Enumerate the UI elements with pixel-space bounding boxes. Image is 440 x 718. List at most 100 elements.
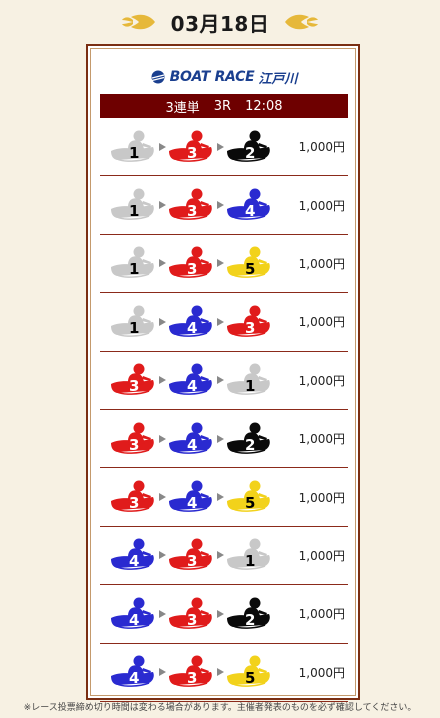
- boat-4-icon: 4: [167, 421, 215, 457]
- boat-number: 3: [187, 610, 198, 629]
- arrow-right-icon: [157, 434, 167, 443]
- boat-1-icon: 1: [225, 362, 273, 398]
- boat-number: 2: [245, 435, 256, 454]
- boat-number: 4: [129, 610, 140, 629]
- boat-3-icon: 3: [225, 304, 273, 340]
- boat-number: 3: [245, 318, 256, 337]
- boat-5-icon: 5: [225, 479, 273, 515]
- boat-number: 1: [245, 552, 256, 571]
- arrow-right-icon: [157, 201, 167, 210]
- boat-combination: 1 4 3: [109, 304, 273, 340]
- race-info-banner: 3連単 3R 12:08: [100, 94, 348, 118]
- bet-amount: 1,000円: [298, 315, 345, 330]
- logo-venue-text: 江戸川: [258, 71, 298, 87]
- boat-number: 1: [129, 143, 140, 162]
- boat-number: 3: [187, 143, 198, 162]
- right-ornament-icon: [285, 14, 319, 30]
- boat-number: 4: [187, 494, 198, 513]
- boat-combination: 3 4 1: [109, 362, 273, 398]
- boat-3-icon: 3: [109, 362, 157, 398]
- boat-3-icon: 3: [167, 537, 215, 573]
- arrow-right-icon: [157, 317, 167, 326]
- boat-combination: 1 3 2: [109, 129, 273, 165]
- bet-amount: 1,000円: [298, 256, 345, 271]
- race-time: 12:08: [245, 98, 283, 114]
- arrow-right-icon: [215, 142, 225, 151]
- arrow-right-icon: [157, 142, 167, 151]
- footer-note: ※レース投票締め切り時間は変わる場合があります。主催者発表のものを必ず確認してく…: [23, 703, 417, 713]
- arrow-right-icon: [215, 668, 225, 677]
- boat-number: 1: [245, 377, 256, 396]
- arrow-right-icon: [215, 551, 225, 560]
- arrow-right-icon: [215, 434, 225, 443]
- boat-combination: 1 3 5: [109, 245, 273, 281]
- arrow-right-icon: [157, 259, 167, 268]
- boat-number: 3: [187, 552, 198, 571]
- ticket-row: 4 3 2 1,000円: [100, 585, 348, 644]
- ticket-row: 4 3 5 1,000円: [100, 644, 348, 702]
- boat-4-icon: 4: [109, 596, 157, 632]
- ticket-row: 4 3 1 1,000円: [100, 527, 348, 586]
- arrow-right-icon: [157, 493, 167, 502]
- boat-combination: 4 3 1: [109, 537, 273, 573]
- boat-number: 4: [187, 318, 198, 337]
- arrow-right-icon: [215, 493, 225, 502]
- boat-4-icon: 4: [167, 479, 215, 515]
- boat-1-icon: 1: [109, 245, 157, 281]
- boat-4-icon: 4: [109, 654, 157, 690]
- boat-number: 4: [245, 202, 256, 221]
- boat-4-icon: 4: [167, 362, 215, 398]
- left-ornament-icon: [121, 14, 155, 30]
- boat-number: 4: [129, 669, 140, 688]
- bet-amount: 1,000円: [298, 373, 345, 388]
- boat-4-icon: 4: [225, 187, 273, 223]
- boat-3-icon: 3: [109, 479, 157, 515]
- boat-number: 3: [187, 669, 198, 688]
- arrow-right-icon: [157, 668, 167, 677]
- boat-combination: 3 4 2: [109, 421, 273, 457]
- ticket-row: 1 3 5 1,000円: [100, 235, 348, 294]
- arrow-right-icon: [215, 609, 225, 618]
- ticket-row: 3 4 2 1,000円: [100, 410, 348, 469]
- arrow-right-icon: [215, 201, 225, 210]
- boat-number: 4: [187, 377, 198, 396]
- arrow-right-icon: [157, 376, 167, 385]
- boat-number: 5: [245, 494, 256, 513]
- boat-1-icon: 1: [109, 187, 157, 223]
- boat-number: 1: [129, 202, 140, 221]
- arrow-right-icon: [215, 259, 225, 268]
- boat-5-icon: 5: [225, 654, 273, 690]
- boat-combination: 4 3 5: [109, 654, 273, 690]
- date-title: 03月18日: [170, 11, 270, 36]
- boat-3-icon: 3: [167, 245, 215, 281]
- boatrace-mark-icon: [151, 70, 165, 84]
- boat-number: 1: [129, 260, 140, 279]
- boat-1-icon: 1: [109, 129, 157, 165]
- bet-type: 3連単: [165, 100, 200, 116]
- bet-amount: 1,000円: [298, 198, 345, 213]
- arrow-right-icon: [157, 609, 167, 618]
- boat-number: 2: [245, 143, 256, 162]
- boat-4-icon: 4: [109, 537, 157, 573]
- boat-number: 3: [187, 260, 198, 279]
- boat-3-icon: 3: [109, 421, 157, 457]
- bet-amount: 1,000円: [298, 140, 345, 155]
- boat-number: 3: [129, 494, 140, 513]
- arrow-right-icon: [215, 376, 225, 385]
- boat-2-icon: 2: [225, 596, 273, 632]
- ticket-row: 3 4 1 1,000円: [100, 352, 348, 410]
- boat-number: 2: [245, 610, 256, 629]
- boat-combination: 3 4 5: [109, 479, 273, 515]
- bet-amount: 1,000円: [298, 665, 345, 680]
- bet-amount: 1,000円: [298, 432, 345, 447]
- bet-amount: 1,000円: [298, 548, 345, 563]
- boat-number: 3: [129, 377, 140, 396]
- boat-4-icon: 4: [167, 304, 215, 340]
- boat-3-icon: 3: [167, 187, 215, 223]
- boat-number: 5: [245, 669, 256, 688]
- boat-1-icon: 1: [109, 304, 157, 340]
- boat-number: 3: [187, 202, 198, 221]
- boat-2-icon: 2: [225, 129, 273, 165]
- bet-amount: 1,000円: [298, 490, 345, 505]
- boatrace-logo: BOAT RACE 江戸川: [88, 66, 358, 88]
